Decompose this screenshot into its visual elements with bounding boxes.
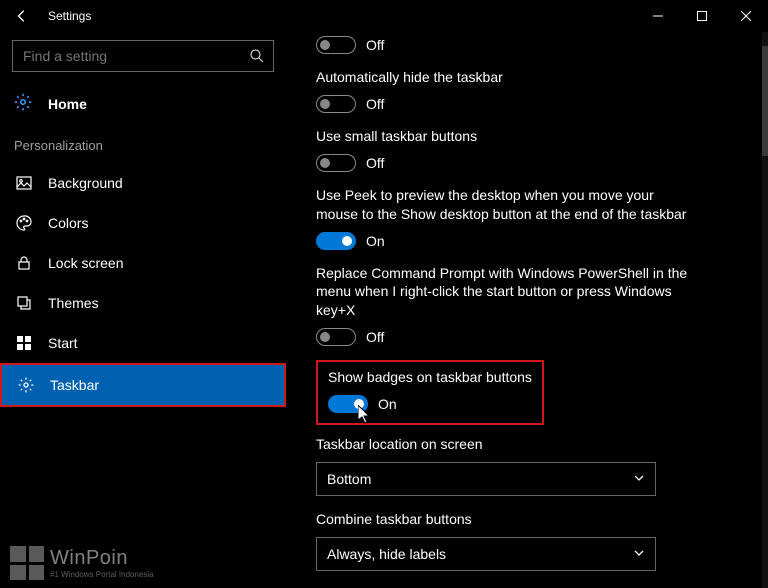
toggle-peek[interactable] xyxy=(316,232,356,250)
cursor-icon xyxy=(358,405,374,425)
toggle-value: Off xyxy=(366,329,384,345)
toggle-small-buttons[interactable] xyxy=(316,154,356,172)
sidebar-item-label: Background xyxy=(48,175,123,191)
lock-icon xyxy=(14,255,34,271)
sidebar-item-background[interactable]: Background xyxy=(0,163,286,203)
setting-label-combine: Combine taskbar buttons xyxy=(316,510,696,529)
palette-icon xyxy=(14,215,34,231)
sidebar-item-lockscreen[interactable]: Lock screen xyxy=(0,243,286,283)
sidebar-item-start[interactable]: Start xyxy=(0,323,286,363)
chevron-down-icon xyxy=(633,546,645,562)
sidebar-item-label: Themes xyxy=(48,295,99,311)
sidebar-item-themes[interactable]: Themes xyxy=(0,283,286,323)
search-box[interactable] xyxy=(12,40,274,72)
sidebar-item-label: Lock screen xyxy=(48,255,123,271)
toggle-value: Off xyxy=(366,96,384,112)
sidebar-item-label: Start xyxy=(48,335,78,351)
setting-label-autohide: Automatically hide the taskbar xyxy=(316,68,696,87)
scrollbar-thumb[interactable] xyxy=(762,46,768,156)
title-bar: Settings xyxy=(0,0,768,32)
search-icon xyxy=(249,48,265,69)
close-button[interactable] xyxy=(724,0,768,32)
sidebar-item-taskbar[interactable]: Taskbar xyxy=(2,365,284,405)
watermark: WinPoin #1 Windows Portal Indonesia xyxy=(10,546,154,580)
main-content: Off Automatically hide the taskbar Off U… xyxy=(286,32,768,588)
sidebar-item-colors[interactable]: Colors xyxy=(0,203,286,243)
sidebar-home-label: Home xyxy=(48,96,87,112)
highlighted-setting: Show badges on taskbar buttons On xyxy=(316,360,544,425)
start-icon xyxy=(14,335,34,351)
gear-icon xyxy=(16,377,36,393)
gear-icon xyxy=(14,93,34,116)
toggle-value: Off xyxy=(366,37,384,53)
minimize-button[interactable] xyxy=(636,0,680,32)
dropdown-taskbar-location[interactable]: Bottom xyxy=(316,462,656,496)
sidebar-item-label: Colors xyxy=(48,215,88,231)
toggle-value: On xyxy=(378,396,397,412)
sidebar-item-label: Taskbar xyxy=(50,377,99,393)
windows-logo-icon xyxy=(10,546,44,580)
dropdown-value: Always, hide labels xyxy=(327,546,446,562)
picture-icon xyxy=(14,175,34,191)
sidebar: Home Personalization Background Colors xyxy=(0,32,286,588)
setting-label-peek: Use Peek to preview the desktop when you… xyxy=(316,186,696,224)
chevron-down-icon xyxy=(633,471,645,487)
back-button[interactable] xyxy=(0,0,44,32)
toggle-replace-cmd[interactable] xyxy=(316,328,356,346)
maximize-button[interactable] xyxy=(680,0,724,32)
setting-label-badges: Show badges on taskbar buttons xyxy=(328,368,532,387)
setting-label-location: Taskbar location on screen xyxy=(316,435,696,454)
sidebar-home[interactable]: Home xyxy=(0,84,286,124)
dropdown-combine-buttons[interactable]: Always, hide labels xyxy=(316,537,656,571)
watermark-subtitle: #1 Windows Portal Indonesia xyxy=(50,570,154,579)
setting-label-replace-cmd: Replace Command Prompt with Windows Powe… xyxy=(316,264,696,321)
toggle-value: Off xyxy=(366,155,384,171)
dropdown-value: Bottom xyxy=(327,471,371,487)
toggle-autohide[interactable] xyxy=(316,95,356,113)
toggle-value: On xyxy=(366,233,385,249)
vertical-scrollbar[interactable] xyxy=(762,32,768,588)
sidebar-category: Personalization xyxy=(0,124,286,163)
watermark-title: WinPoin xyxy=(50,547,154,570)
window-title: Settings xyxy=(44,9,91,23)
toggle-unknown-top[interactable] xyxy=(316,36,356,54)
search-input[interactable] xyxy=(13,48,273,64)
setting-label-small-buttons: Use small taskbar buttons xyxy=(316,127,696,146)
themes-icon xyxy=(14,295,34,311)
